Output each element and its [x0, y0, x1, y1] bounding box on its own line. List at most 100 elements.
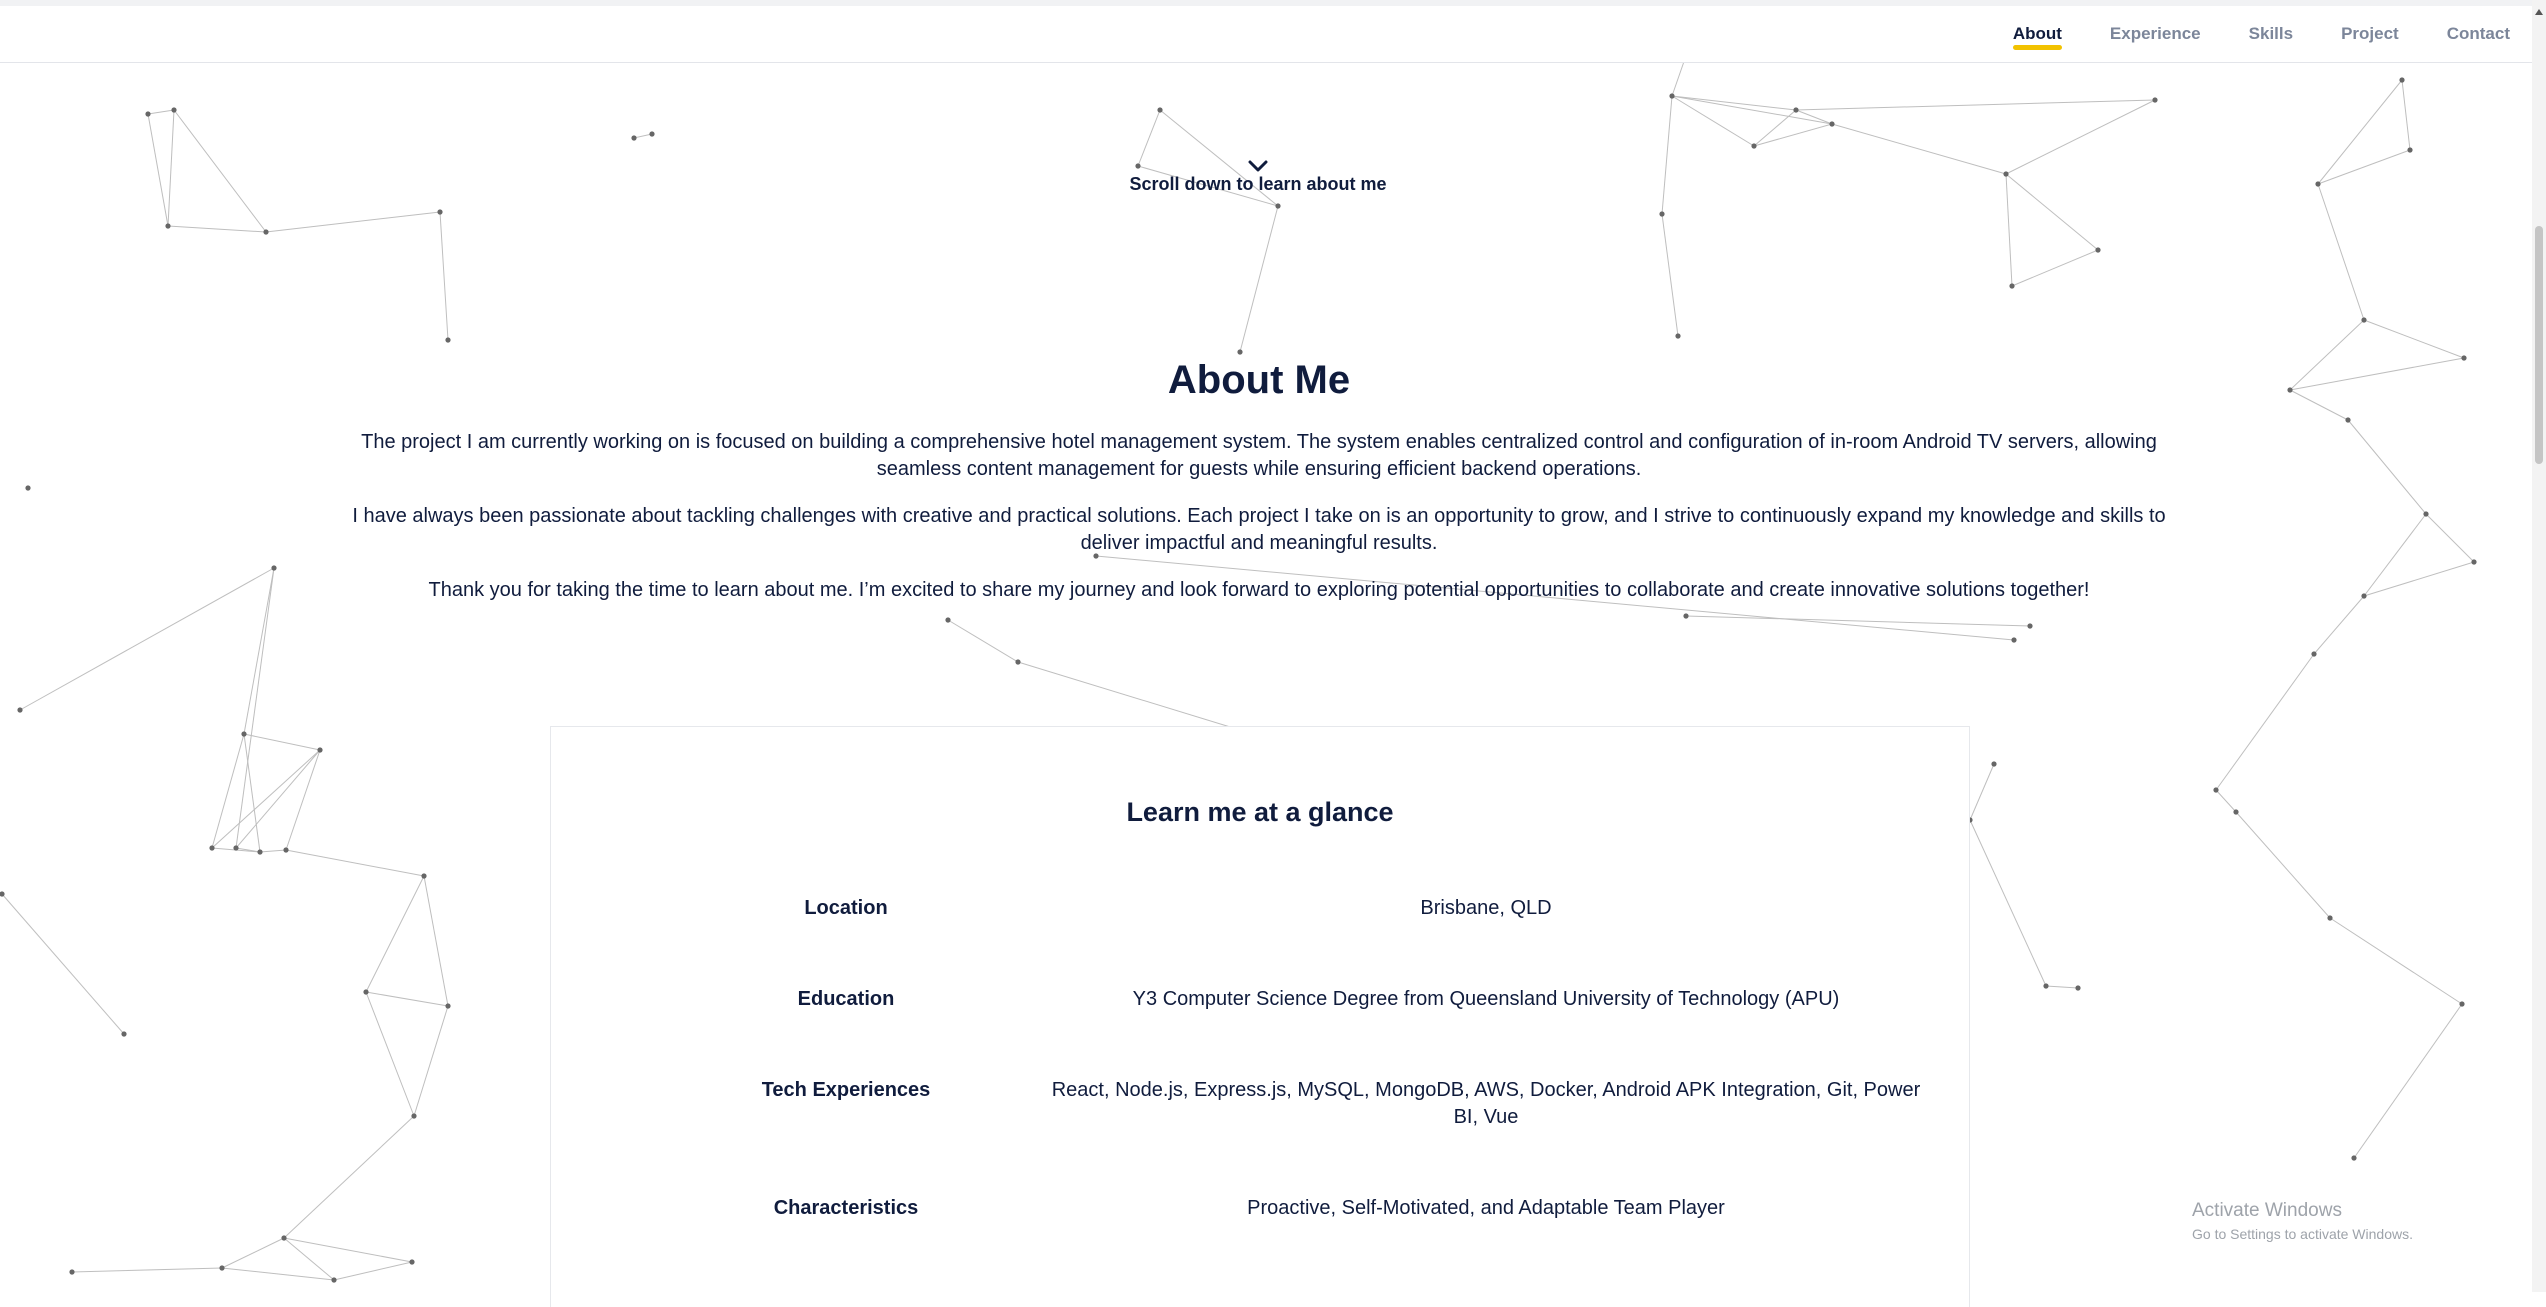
network-node [1683, 613, 1689, 619]
network-line [2363, 319, 2465, 359]
nav-project[interactable]: Project [2341, 24, 2399, 44]
network-line [283, 1237, 335, 1281]
chevron-down-icon [1248, 160, 1268, 172]
glance-value: Y3 Computer Science Degree from Queensla… [1132, 988, 1840, 1010]
network-node [1751, 143, 1757, 149]
network-line [439, 211, 449, 341]
network-line [365, 991, 449, 1007]
network-line [221, 1237, 285, 1269]
network-node [271, 565, 277, 571]
network-line [2005, 173, 2013, 287]
network-node [2095, 247, 2101, 253]
network-line [1831, 123, 2007, 175]
scrollbar-thumb[interactable] [2535, 226, 2543, 464]
network-node [2345, 417, 2351, 423]
network-node [331, 1277, 337, 1283]
network-node [25, 485, 31, 491]
network-line [1795, 99, 2156, 111]
network-line [243, 733, 321, 751]
network-node [69, 1269, 75, 1275]
network-node [145, 111, 151, 117]
network-node [437, 209, 443, 215]
nav-skills[interactable]: Skills [2249, 24, 2293, 44]
page-scrollbar[interactable] [2532, 0, 2546, 1292]
network-node [2361, 593, 2367, 599]
network-line [243, 733, 261, 853]
network-line [71, 1267, 223, 1273]
network-line [2353, 1003, 2463, 1159]
network-line [265, 211, 441, 233]
network-line [365, 991, 415, 1117]
network-node [2213, 787, 2219, 793]
network-line [947, 619, 1019, 663]
windows-activation-watermark: Activate Windows Go to Settings to activ… [2192, 1200, 2413, 1242]
network-node [2459, 1001, 2465, 1007]
about-section: About Me The project I am currently work… [330, 358, 2188, 604]
network-node [363, 989, 369, 995]
network-line [2235, 811, 2331, 919]
network-node [2075, 985, 2081, 991]
glance-card: Learn me at a glance Location Brisbane, … [550, 726, 1970, 1307]
network-node [2399, 77, 2405, 83]
scroll-down-hint[interactable]: Scroll down to learn about me [1128, 160, 1388, 195]
network-node [2152, 97, 2158, 103]
network-node [219, 1265, 225, 1271]
glance-value: React, Node.js, Express.js, MySQL, Mongo… [1051, 1079, 1921, 1128]
network-line [2215, 789, 2237, 813]
about-paragraph-2: I have always been passionate about tack… [352, 505, 2166, 554]
network-node [2003, 171, 2009, 177]
network-node [409, 1259, 415, 1265]
nav-experience[interactable]: Experience [2110, 24, 2201, 44]
network-line [1661, 213, 1679, 337]
network-line [1, 893, 125, 1035]
network-line [285, 849, 425, 877]
watermark-line-2: Go to Settings to activate Windows. [2192, 1226, 2413, 1242]
network-node [2327, 915, 2333, 921]
scroll-up-arrow-icon[interactable] [2534, 8, 2544, 16]
network-line [211, 733, 245, 849]
network-line [423, 875, 449, 1007]
network-line [2289, 357, 2465, 391]
nav-contact[interactable]: Contact [2447, 24, 2510, 44]
network-line [2401, 79, 2411, 151]
network-node [233, 845, 239, 851]
network-line [167, 109, 175, 227]
network-node [1793, 107, 1799, 113]
glance-label: Education [797, 988, 895, 1010]
network-line [1969, 763, 1995, 821]
network-node [945, 617, 951, 623]
network-line [2347, 419, 2427, 515]
glance-label: Location [804, 897, 888, 919]
network-line [1753, 123, 1833, 147]
network-node [2361, 317, 2367, 323]
network-line [2313, 595, 2365, 655]
main-nav: About Experience Skills Project Contact [2012, 6, 2532, 62]
network-node [2471, 559, 2477, 565]
network-node [649, 131, 655, 137]
network-line [2317, 183, 2365, 321]
network-node [2043, 983, 2049, 989]
network-node [1157, 107, 1163, 113]
network-line [2011, 249, 2099, 287]
network-line [365, 875, 425, 993]
network-line [243, 567, 275, 735]
network-line [147, 113, 169, 227]
network-node [121, 1031, 127, 1037]
network-line [2363, 561, 2475, 597]
network-node [445, 1003, 451, 1009]
glance-label: Tech Experiences [761, 1079, 931, 1101]
top-navigation-bar: About Experience Skills Project Contact [0, 6, 2532, 63]
network-line [2289, 319, 2365, 391]
network-line [1753, 109, 1797, 147]
network-line [2045, 985, 2079, 989]
network-node [2315, 181, 2321, 187]
network-line [633, 133, 653, 139]
network-node [2027, 623, 2033, 629]
network-node [1669, 93, 1675, 99]
glance-value: Proactive, Self-Motivated, and Adaptable… [1247, 1197, 1725, 1219]
nav-about[interactable]: About [2012, 24, 2063, 50]
network-node [281, 1235, 287, 1241]
network-line [2425, 513, 2475, 563]
network-line [221, 1267, 335, 1281]
network-line [1137, 109, 1161, 167]
